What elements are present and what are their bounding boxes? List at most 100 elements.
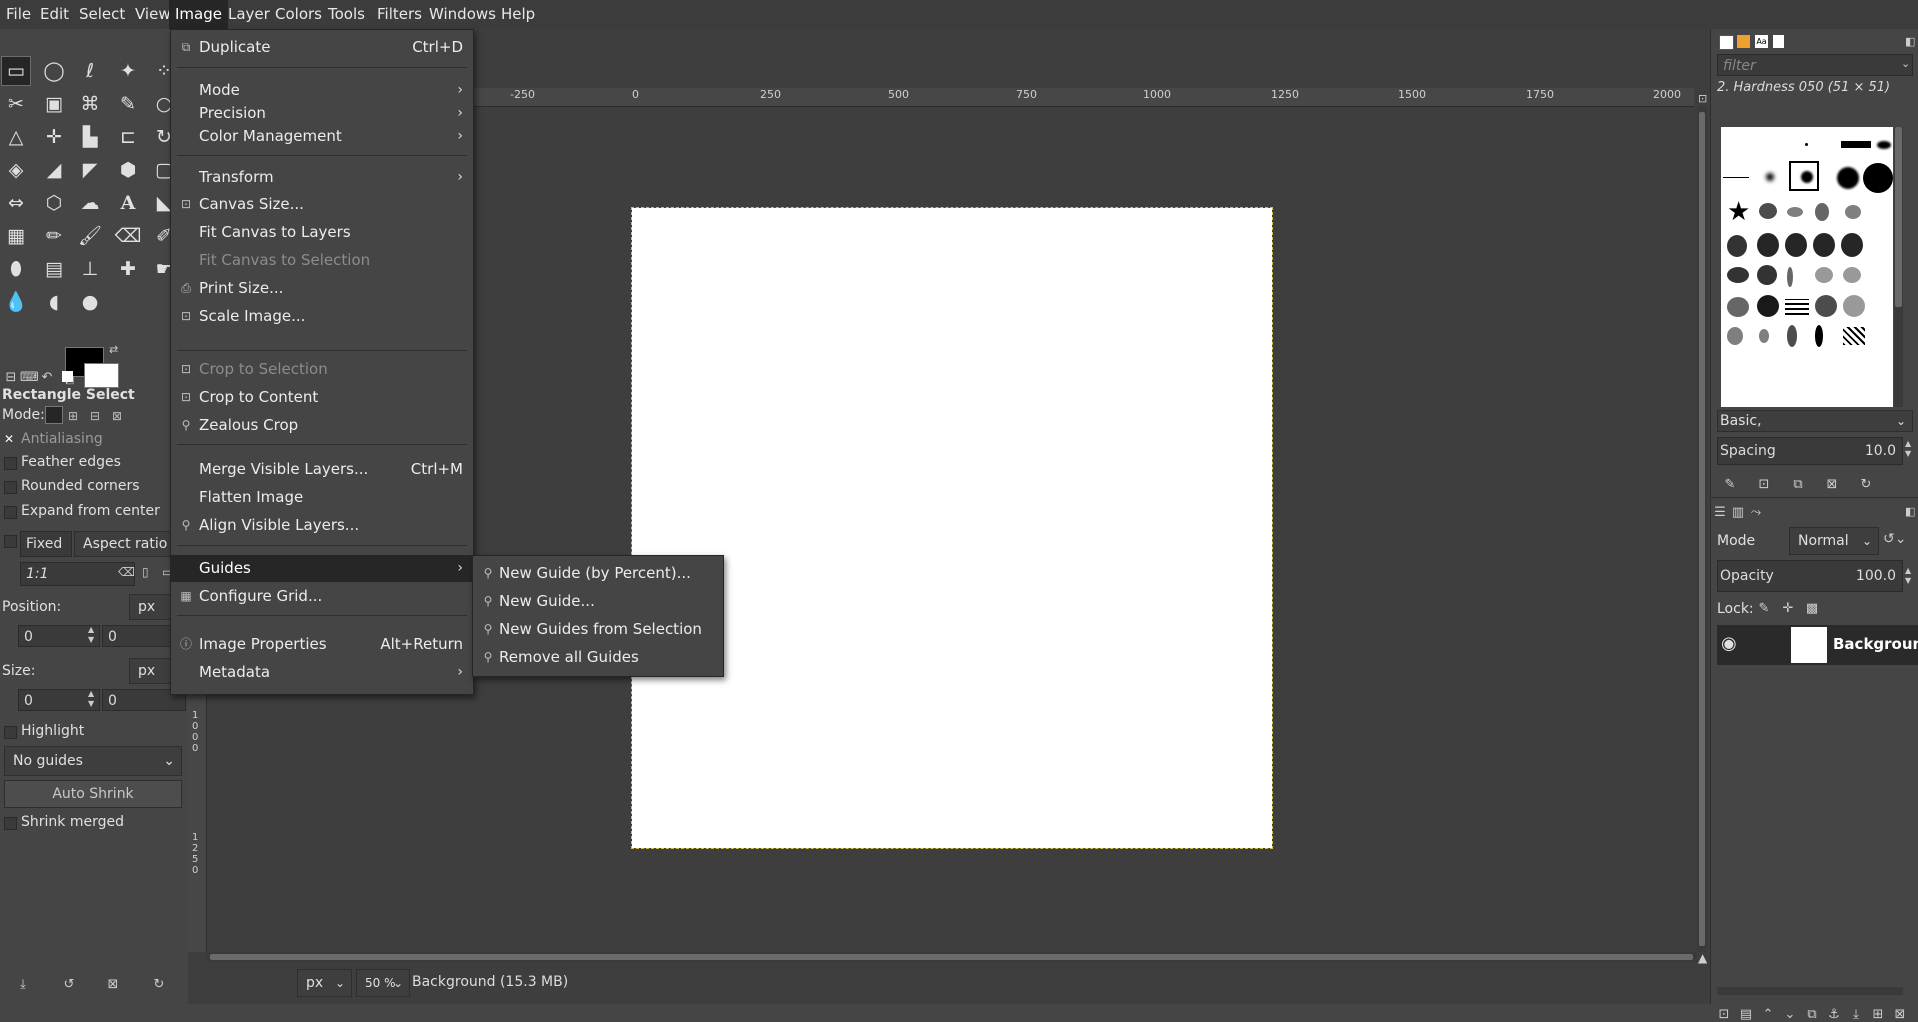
expand-from-center-checkbox[interactable]: [4, 506, 17, 519]
brush-item[interactable]: [1815, 203, 1829, 221]
brush-item[interactable]: [1787, 325, 1797, 347]
menu-layer[interactable]: Layer: [222, 0, 276, 29]
brush-item[interactable]: [1759, 329, 1769, 343]
brush-item[interactable]: [1785, 233, 1807, 257]
smudge-finger-tool-icon[interactable]: ●: [76, 288, 104, 316]
scrollbar-thumb[interactable]: [1895, 127, 1902, 307]
menu-item-print-size[interactable]: ⎙ Print Size...: [171, 275, 473, 302]
brush-set-select[interactable]: Basic, ⌄: [1717, 410, 1913, 432]
menu-windows[interactable]: Windows: [423, 0, 502, 29]
patterns-tab-icon[interactable]: [1737, 35, 1750, 48]
menu-item-merge-visible-layers[interactable]: Merge Visible Layers... Ctrl+M: [171, 456, 473, 483]
restore-options-icon[interactable]: ↺: [60, 977, 78, 992]
menu-item-flatten-image[interactable]: Flatten Image: [171, 484, 473, 511]
ellipse-select-tool-icon[interactable]: ◯: [40, 57, 68, 85]
configure-tab-icon[interactable]: ◧: [1905, 505, 1915, 518]
submenu-item-new-guide-percent[interactable]: ⚲ New Guide (by Percent)...: [473, 559, 723, 587]
horizontal-scrollbar[interactable]: [206, 952, 1697, 962]
spinner-icon[interactable]: ▲ ▼: [1905, 439, 1911, 459]
duplicate-layer-icon[interactable]: ⧉: [1803, 1007, 1821, 1022]
configure-tab-icon[interactable]: ◧: [1905, 35, 1915, 48]
menu-item-transform[interactable]: Transform ›: [171, 164, 473, 191]
brush-item[interactable]: [1805, 143, 1808, 146]
brush-item[interactable]: [1843, 267, 1861, 283]
brush-item[interactable]: [1785, 299, 1809, 315]
menu-item-crop-to-content[interactable]: ⊡ Crop to Content: [171, 384, 473, 411]
brush-item[interactable]: [1787, 267, 1793, 287]
scale-tool-icon[interactable]: ◈: [2, 156, 30, 184]
channels-tab-icon[interactable]: ▥: [1729, 505, 1747, 520]
brush-item[interactable]: [1845, 205, 1861, 219]
horizontal-ruler[interactable]: -250 0 250 500 750 1000 1250 1500 1750 2…: [285, 88, 1694, 107]
menu-edit[interactable]: Edit: [34, 0, 75, 29]
document-history-tab-icon[interactable]: [1773, 35, 1784, 48]
measure-tool-icon[interactable]: △: [2, 123, 30, 151]
paintbrush-tool-icon[interactable]: 🖌: [76, 222, 104, 250]
delete-layer-icon[interactable]: ⊠: [1891, 1007, 1909, 1022]
shear-tool-icon[interactable]: ◢: [40, 156, 68, 184]
chevron-down-icon[interactable]: ⌄: [1901, 57, 1910, 70]
brush-item[interactable]: [1757, 265, 1777, 285]
clone-tool-icon[interactable]: ⊥: [76, 255, 104, 283]
text-tool-icon[interactable]: A: [114, 189, 142, 217]
spacing-slider[interactable]: Spacing 10.0: [1717, 437, 1903, 465]
brush-item[interactable]: [1843, 295, 1865, 317]
brush-item[interactable]: [1727, 235, 1747, 257]
menu-help[interactable]: Help: [495, 0, 541, 29]
lock-position-icon[interactable]: ✛: [1779, 601, 1797, 616]
spinner-icon[interactable]: ▲ ▼: [1905, 566, 1911, 586]
eraser-tool-icon[interactable]: ⌫: [114, 222, 142, 250]
delete-options-icon[interactable]: ⊠: [104, 977, 122, 992]
pencil-tool-icon[interactable]: ✏: [40, 222, 68, 250]
brush-item[interactable]: [1787, 207, 1803, 217]
vertical-scrollbar[interactable]: [1697, 106, 1707, 952]
mode-reset-icon[interactable]: ↺⌄: [1883, 531, 1906, 547]
rounded-corners-checkbox[interactable]: [4, 481, 17, 494]
edit-brush-icon[interactable]: ✎: [1721, 477, 1739, 492]
feather-edges-checkbox[interactable]: [4, 457, 17, 470]
brush-item[interactable]: [1837, 167, 1859, 189]
refresh-brushes-icon[interactable]: ↻: [1857, 477, 1875, 492]
flip-tool-icon[interactable]: ⇔: [2, 189, 30, 217]
mode-subtract-icon[interactable]: ⊟: [90, 409, 100, 423]
brush-scrollbar[interactable]: [1894, 127, 1903, 407]
brush-item[interactable]: [1815, 267, 1833, 283]
layer-row[interactable]: ◉ Background: [1717, 625, 1918, 665]
submenu-item-new-guides-from-selection[interactable]: ⚲ New Guides from Selection: [473, 615, 723, 643]
menu-item-duplicate[interactable]: ⧉ Duplicate Ctrl+D: [171, 34, 473, 61]
menu-select[interactable]: Select: [73, 0, 131, 29]
guides-select[interactable]: No guides ⌄: [4, 746, 182, 776]
menu-tools[interactable]: Tools: [322, 0, 371, 29]
menu-file[interactable]: File: [0, 0, 37, 29]
mode-add-icon[interactable]: ⊞: [68, 409, 78, 423]
duplicate-brush-icon[interactable]: ⧉: [1789, 477, 1807, 492]
menu-item-image-properties[interactable]: ⓘ Image Properties Alt+Return: [171, 631, 473, 658]
anchor-layer-icon[interactable]: ⚓: [1825, 1007, 1843, 1022]
submenu-item-remove-all-guides[interactable]: ⚲ Remove all Guides: [473, 643, 723, 671]
menu-item-align-visible-layers[interactable]: ⚲ Align Visible Layers...: [171, 512, 473, 539]
new-brush-icon[interactable]: ⊡: [1755, 477, 1773, 492]
brush-item[interactable]: [1863, 163, 1893, 193]
dodge-burn-tool-icon[interactable]: ◖: [40, 288, 68, 316]
menu-item-fit-canvas-to-layers[interactable]: Fit Canvas to Layers: [171, 219, 473, 246]
lower-layer-icon[interactable]: ⌄: [1781, 1007, 1799, 1022]
undo-history-tab-icon[interactable]: ↶: [38, 370, 56, 385]
mask-layer-icon[interactable]: ⊞: [1869, 1007, 1887, 1022]
color-picker-tool-icon[interactable]: ✎: [114, 90, 142, 118]
new-layer-icon[interactable]: ⊡: [1715, 1007, 1733, 1022]
crop-tool-icon[interactable]: ⊏: [114, 123, 142, 151]
new-layer-group-icon[interactable]: ▤: [1737, 1007, 1755, 1022]
menu-item-configure-grid[interactable]: ▦ Configure Grid...: [171, 583, 473, 610]
brush-item[interactable]: [1813, 233, 1835, 257]
star-brush-icon[interactable]: ★: [1727, 197, 1750, 227]
tool-options-tab-icon[interactable]: ⊟: [2, 370, 20, 385]
warp-tool-icon[interactable]: ☁: [76, 189, 104, 217]
image-canvas[interactable]: [631, 207, 1273, 849]
brush-item[interactable]: [1757, 295, 1779, 317]
scissors-tool-icon[interactable]: ✂: [2, 90, 30, 118]
perspective-tool-icon[interactable]: ◤: [76, 156, 104, 184]
mode-intersect-icon[interactable]: ⊠: [112, 409, 122, 423]
menu-item-color-management[interactable]: Color Management ›: [171, 123, 473, 150]
fixed-checkbox[interactable]: [4, 535, 17, 548]
layer-mode-select[interactable]: Normal ⌄: [1789, 527, 1879, 555]
